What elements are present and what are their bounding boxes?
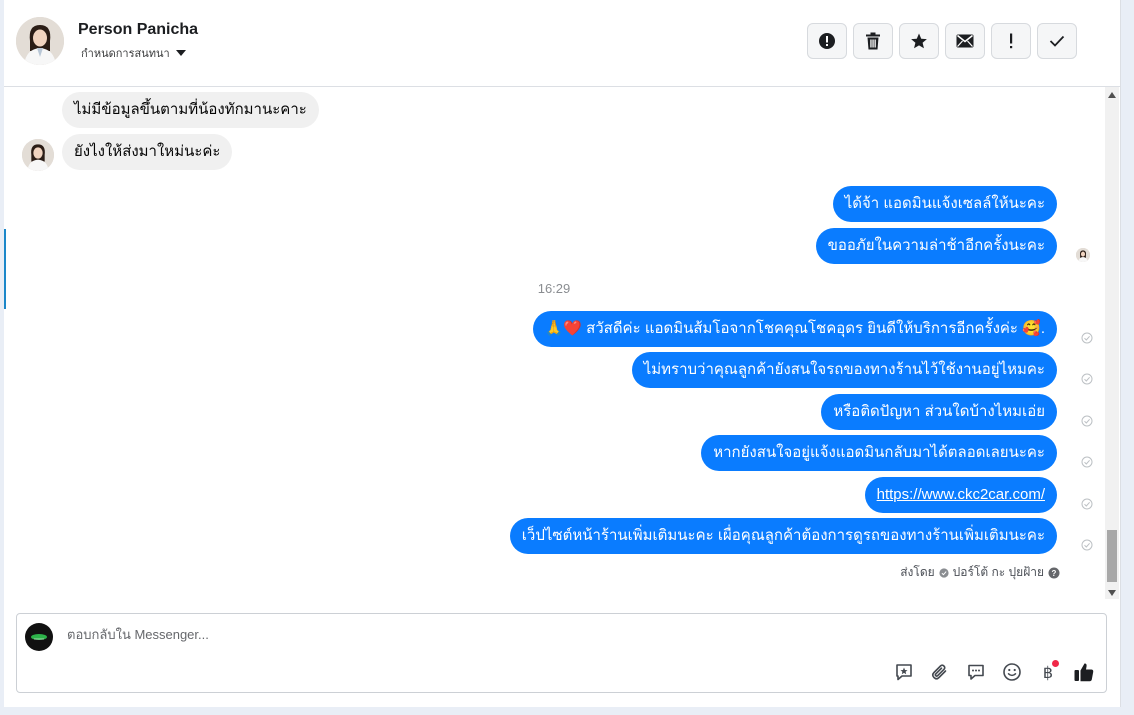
outgoing-message[interactable]: ได้จ้า แอดมินแจ้งเซลล์ให้นะคะ — [832, 186, 1057, 222]
reply-input[interactable] — [65, 626, 869, 643]
message-list[interactable]: ไม่มีข้อมูลขึ้นตามที่น้องทักมานะคาะ ยังไ… — [4, 87, 1104, 599]
check-icon — [1049, 35, 1065, 47]
outgoing-message[interactable]: ไม่ทราบว่าคุณลูกค้ายังสนใจรถของทางร้านไว… — [631, 352, 1057, 388]
attach-file-button[interactable] — [928, 660, 952, 684]
caret-down-icon — [175, 50, 186, 56]
exclamation-icon — [1010, 33, 1013, 49]
outgoing-message[interactable]: ขออภัยในความล่าช้าอีกครั้งนะคะ — [815, 228, 1057, 264]
conversation-header: Person Panicha กำหนดการสนทนา — [4, 0, 1120, 87]
envelope-icon — [956, 34, 974, 48]
sent-by-name: ปอร์โต้ กะ ปุยฝ้าย — [952, 565, 1044, 579]
page-avatar — [25, 623, 53, 651]
scroll-up-arrow-icon[interactable] — [1108, 92, 1116, 98]
delivered-check-icon — [1081, 332, 1093, 344]
conversation-window: Person Panicha กำหนดการสนทนา ไม่มีข้อมูล… — [4, 0, 1121, 707]
check-circle-icon — [939, 567, 949, 578]
mark-spam-button[interactable] — [807, 23, 847, 59]
follow-up-button[interactable] — [991, 23, 1031, 59]
selection-indicator — [4, 229, 6, 309]
sent-by-info: ส่งโดย ปอร์โต้ กะ ปุยฝ้าย ? — [900, 563, 1060, 582]
outgoing-message[interactable]: เว็ปไซต์หน้าร้านเพิ่มเติมนะคะ เผื่อคุณลู… — [509, 518, 1057, 554]
delivered-check-icon — [1081, 456, 1093, 468]
contact-avatar[interactable] — [16, 17, 64, 65]
smiley-icon — [1003, 663, 1021, 681]
saved-reply-button[interactable] — [892, 660, 916, 684]
assign-conversation-dropdown[interactable]: กำหนดการสนทนา — [81, 44, 186, 62]
contact-name[interactable]: Person Panicha — [78, 21, 198, 39]
delete-button[interactable] — [853, 23, 893, 59]
mark-unread-button[interactable] — [945, 23, 985, 59]
delivered-check-icon — [1081, 373, 1093, 385]
outgoing-message[interactable]: หากยังสนใจอยู่แจ้งแอดมินกลับมาได้ตลอดเลย… — [701, 435, 1057, 471]
sent-by-prefix: ส่งโดย — [900, 565, 935, 579]
thumbs-up-icon — [1074, 663, 1094, 682]
payment-button[interactable]: ฿ — [1036, 660, 1060, 684]
star-icon — [911, 33, 927, 49]
outgoing-message[interactable]: 🙏❤️ สวัสดีค่ะ แอดมินส้มโอจากโชคคุณโชคอุด… — [532, 311, 1057, 347]
alert-circle-icon — [819, 33, 835, 49]
reply-composer: ฿ — [16, 613, 1107, 693]
trash-icon — [866, 32, 880, 50]
scroll-thumb[interactable] — [1107, 530, 1117, 582]
header-actions — [807, 23, 1077, 59]
send-like-button[interactable] — [1072, 660, 1096, 684]
delivered-check-icon — [1081, 539, 1093, 551]
quick-reply-button[interactable] — [964, 660, 988, 684]
notification-dot — [1052, 660, 1059, 667]
incoming-message[interactable]: ไม่มีข้อมูลขึ้นตามที่น้องทักมานะคาะ — [62, 92, 319, 128]
timestamp-divider: 16:29 — [537, 281, 571, 296]
assign-conversation-label: กำหนดการสนทนา — [81, 48, 170, 60]
message-scrollbar[interactable] — [1105, 87, 1119, 599]
delivered-check-icon — [1081, 498, 1093, 510]
chat-bubble-icon — [968, 664, 984, 680]
scroll-down-arrow-icon[interactable] — [1108, 590, 1116, 596]
contact-small-avatar — [22, 139, 54, 171]
delivered-check-icon — [1081, 415, 1093, 427]
seen-avatar — [1076, 248, 1090, 262]
outgoing-link-message: https://www.ckc2car.com/ — [864, 477, 1057, 513]
incoming-message[interactable]: ยังไงให้ส่งมาใหม่นะค่ะ — [62, 134, 233, 170]
saved-reply-icon — [896, 664, 912, 681]
help-icon[interactable]: ? — [1048, 567, 1060, 579]
mark-done-button[interactable] — [1037, 23, 1077, 59]
svg-text:?: ? — [1052, 569, 1057, 578]
website-link[interactable]: https://www.ckc2car.com/ — [877, 486, 1045, 503]
composer-tools: ฿ — [892, 660, 1096, 684]
star-button[interactable] — [899, 23, 939, 59]
emoji-button[interactable] — [1000, 660, 1024, 684]
paperclip-icon — [931, 664, 947, 680]
outgoing-message[interactable]: หรือติดปัญหา ส่วนใดบ้างไหมเอ่ย — [821, 394, 1057, 430]
